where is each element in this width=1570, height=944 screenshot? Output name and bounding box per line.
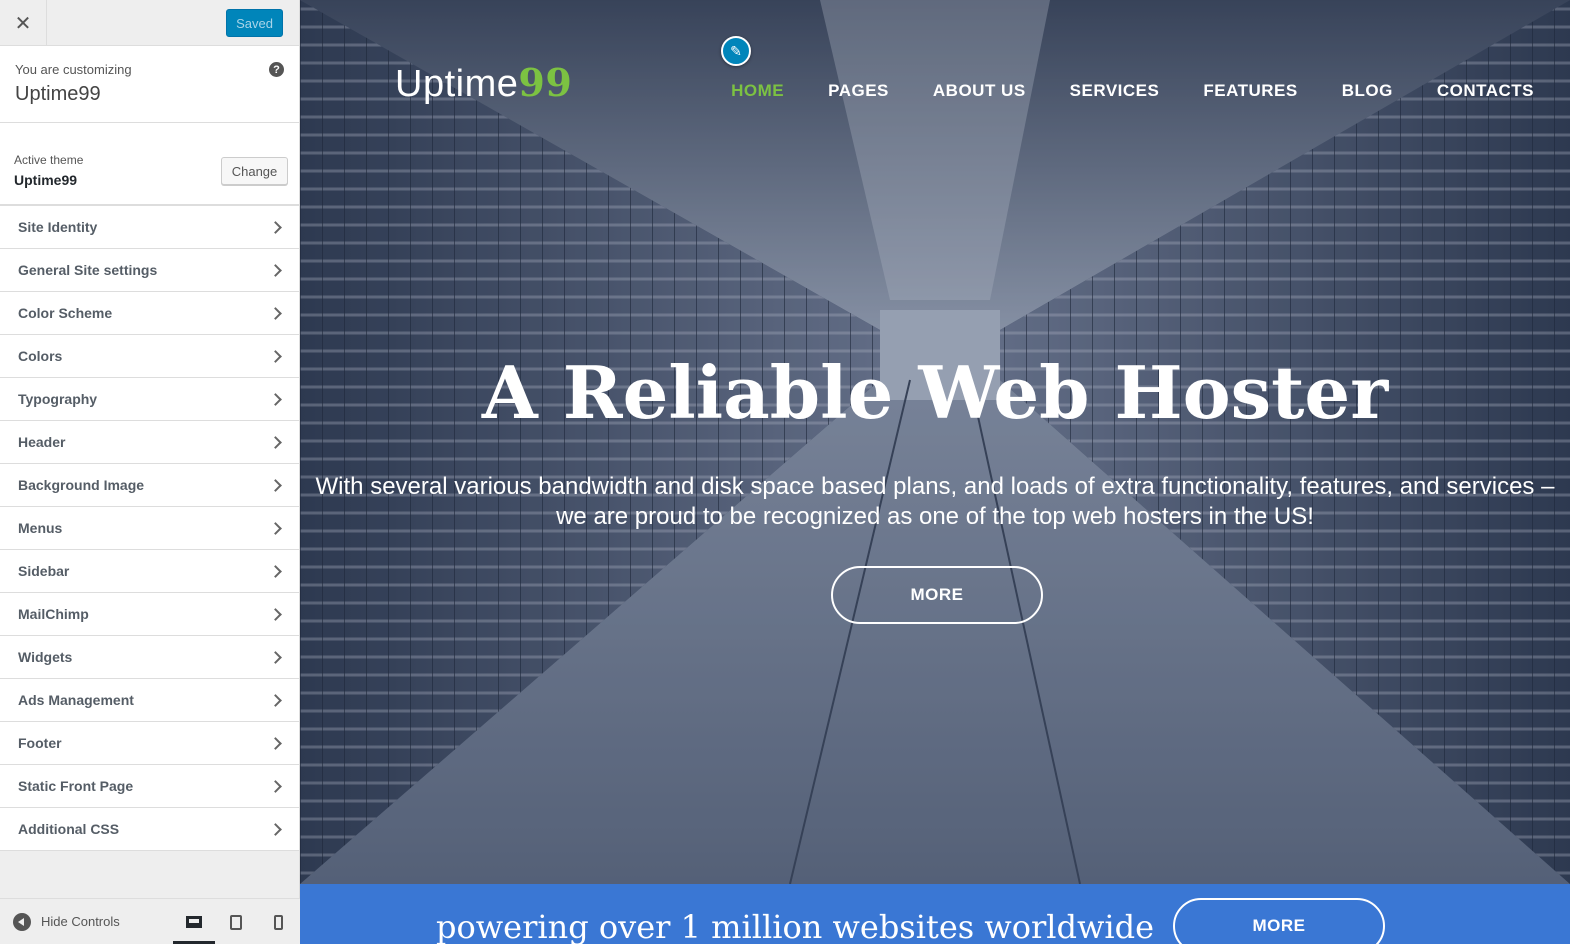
section-item-sidebar[interactable]: Sidebar (0, 550, 299, 593)
site-logo[interactable]: Uptime99 (395, 60, 572, 106)
hero-overlay (300, 0, 1570, 884)
tablet-icon (230, 914, 242, 930)
section-label: Menus (18, 520, 63, 536)
promo-text: powering over 1 million websites worldwi… (436, 908, 1155, 944)
collapse-icon (13, 912, 31, 931)
section-label: General Site settings (18, 262, 158, 278)
customizer-header: ✕ Saved (0, 0, 299, 46)
section-label: Static Front Page (18, 778, 134, 794)
section-label: Sidebar (18, 563, 70, 579)
chevron-right-icon (269, 435, 282, 449)
save-button[interactable]: Saved (226, 9, 283, 37)
desktop-icon (186, 916, 202, 928)
section-item-menus[interactable]: Menus (0, 507, 299, 550)
customizer-footer: Hide Controls (0, 898, 300, 944)
nav-link-features[interactable]: FEATURES (1203, 81, 1297, 101)
section-label: Typography (18, 391, 98, 407)
chevron-right-icon (269, 478, 282, 492)
hero-section: Uptime99 ✎ HOME PAGES ABOUT US SERVICES FEAT… (300, 0, 1570, 884)
hide-controls-label: Hide Controls (41, 914, 120, 929)
section-label: Widgets (18, 649, 73, 665)
chevron-right-icon (269, 693, 282, 707)
section-item-site-identity[interactable]: Site Identity (0, 206, 299, 249)
chevron-right-icon (269, 263, 282, 277)
section-label: Footer (18, 735, 62, 751)
section-item-ads-management[interactable]: Ads Management (0, 679, 299, 722)
chevron-right-icon (269, 220, 282, 234)
hide-controls-button[interactable]: Hide Controls (13, 912, 120, 931)
tablet-preview-button[interactable] (226, 899, 246, 944)
chevron-right-icon (269, 521, 282, 535)
section-item-mailchimp[interactable]: MailChimp (0, 593, 299, 636)
mobile-preview-button[interactable] (268, 899, 288, 944)
chevron-right-icon (269, 306, 282, 320)
close-icon[interactable]: ✕ (0, 0, 47, 46)
nav-link-blog[interactable]: BLOG (1342, 81, 1393, 101)
section-item-background-image[interactable]: Background Image (0, 464, 299, 507)
section-label: Background Image (18, 477, 145, 493)
section-item-additional-css[interactable]: Additional CSS (0, 808, 299, 851)
change-theme-button[interactable]: Change (221, 157, 288, 185)
chevron-right-icon (269, 607, 282, 621)
help-icon[interactable]: ? (269, 62, 284, 77)
nav-link-pages[interactable]: PAGES (828, 81, 889, 101)
promo-band: powering over 1 million websites worldwi… (300, 884, 1570, 944)
promo-more-button[interactable]: MORE (1173, 898, 1385, 944)
section-list: Site Identity General Site settings Color … (0, 205, 299, 851)
hero-more-button[interactable]: MORE (831, 566, 1043, 624)
section-item-typography[interactable]: Typography (0, 378, 299, 421)
section-label: Header (18, 434, 66, 450)
section-item-header[interactable]: Header (0, 421, 299, 464)
chevron-right-icon (269, 392, 282, 406)
active-theme-panel: Active theme Uptime99 Change (0, 123, 299, 205)
section-item-color-scheme[interactable]: Color Scheme (0, 292, 299, 335)
device-switcher (173, 899, 288, 944)
site-preview: Uptime99 ✎ HOME PAGES ABOUT US SERVICES FEAT… (300, 0, 1570, 944)
desktop-preview-button[interactable] (173, 899, 215, 944)
site-title: Uptime99 (15, 83, 101, 105)
hero-subtitle: With several various bandwidth and disk … (315, 473, 1555, 530)
customizing-info: You are customizing Uptime99 ? (0, 46, 299, 123)
mobile-icon (273, 914, 283, 930)
chevron-right-icon (269, 349, 282, 363)
nav-link-about-us[interactable]: ABOUT US (933, 81, 1026, 101)
section-item-widgets[interactable]: Widgets (0, 636, 299, 679)
nav-link-services[interactable]: SERVICES (1070, 81, 1160, 101)
nav-link-home[interactable]: HOME (731, 81, 784, 101)
edit-shortcut-pencil-icon[interactable]: ✎ (721, 36, 751, 66)
logo-number: 99 (518, 60, 573, 105)
section-item-footer[interactable]: Footer (0, 722, 299, 765)
section-label: Site Identity (18, 219, 98, 235)
section-item-colors[interactable]: Colors (0, 335, 299, 378)
section-label: Colors (18, 348, 63, 364)
section-label: Color Scheme (18, 305, 113, 321)
section-label: Ads Management (18, 692, 134, 708)
chevron-right-icon (269, 650, 282, 664)
section-label: MailChimp (18, 606, 89, 622)
customizing-label: You are customizing (15, 62, 132, 77)
customizer-panel: ✕ Saved You are customizing Uptime99 ? A… (0, 0, 300, 944)
chevron-right-icon (269, 779, 282, 793)
logo-text: Uptime (395, 63, 519, 105)
section-label: Additional CSS (18, 821, 120, 837)
section-item-static-front-page[interactable]: Static Front Page (0, 765, 299, 808)
hero-title: A Reliable Web Hoster (481, 350, 1389, 435)
chevron-right-icon (269, 564, 282, 578)
chevron-right-icon (269, 736, 282, 750)
section-item-general-site-settings[interactable]: General Site settings (0, 249, 299, 292)
main-navigation: HOME PAGES ABOUT US SERVICES FEATURES BLOG CON… (731, 81, 1534, 101)
nav-link-contacts[interactable]: CONTACTS (1437, 81, 1534, 101)
chevron-right-icon (269, 822, 282, 836)
